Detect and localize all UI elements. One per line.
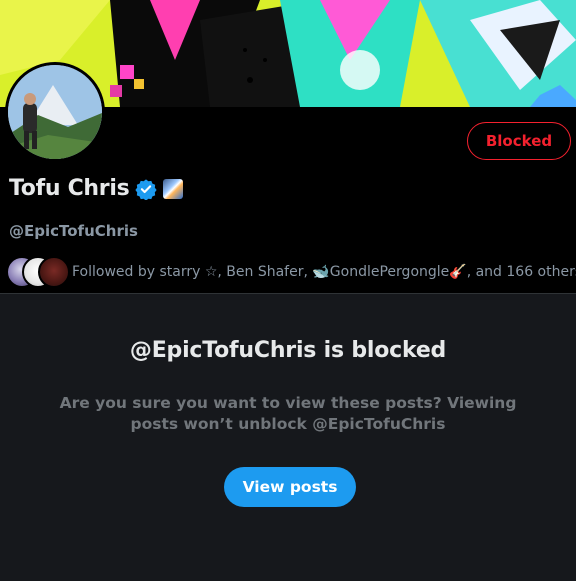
profile-avatar[interactable] — [5, 62, 105, 162]
follower-avatars — [6, 256, 70, 288]
view-posts-button[interactable]: View posts — [224, 467, 356, 507]
display-name: Tofu Chris — [9, 176, 130, 201]
followers-you-know[interactable]: Followed by starry ☆, Ben Shafer, 🐋Gondl… — [6, 256, 576, 288]
sparkle-emoji-icon — [163, 178, 184, 199]
blocked-button[interactable]: Blocked — [467, 122, 571, 160]
followed-by-text[interactable]: Followed by starry ☆, Ben Shafer, 🐋Gondl… — [72, 264, 576, 280]
verified-badge-icon[interactable] — [135, 178, 158, 201]
blocked-notice-title: @EpicTofuChris is blocked — [129, 338, 447, 363]
blocked-notice-description: Are you sure you want to view these post… — [59, 394, 517, 433]
display-name-row: Tofu Chris — [9, 176, 184, 201]
profile-header: Blocked Tofu Chris @EpicTofuChris Follow… — [0, 62, 576, 293]
profile-handle: @EpicTofuChris — [9, 222, 138, 240]
avatar-photo — [8, 65, 102, 159]
blocked-notice-panel: @EpicTofuChris is blocked Are you sure y… — [0, 294, 576, 581]
follower-avatar — [38, 256, 70, 288]
